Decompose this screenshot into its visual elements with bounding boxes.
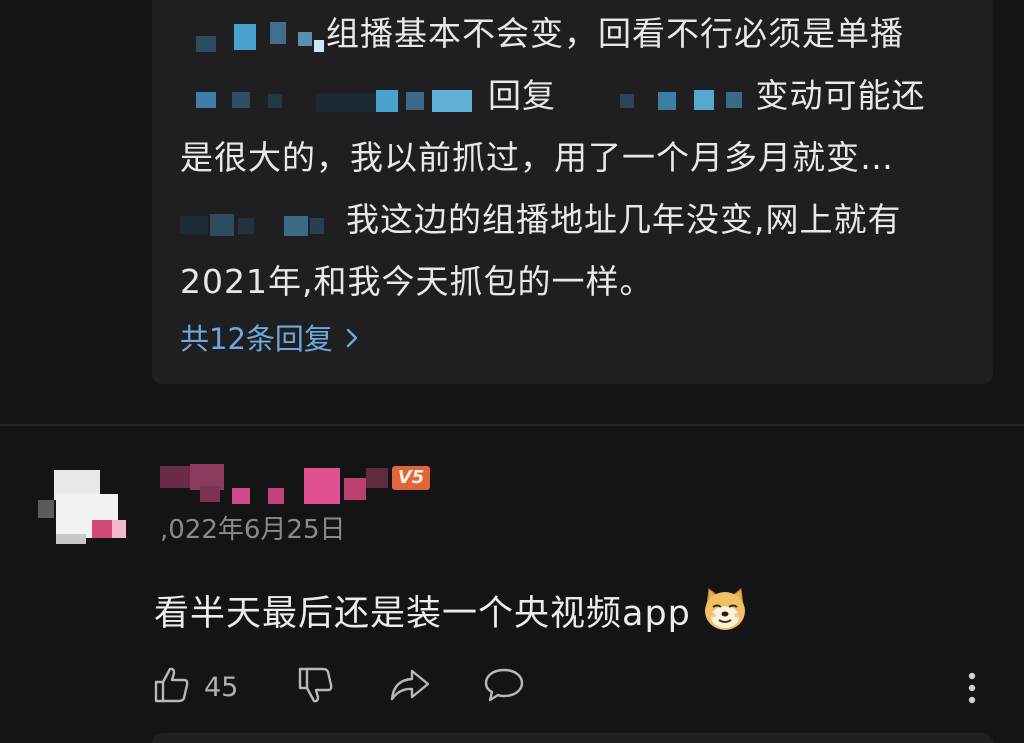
comment-body: 看半天最后还是装一个央视频app (154, 594, 691, 634)
reply-line-4-text: 我这边的组播地址几年没变,网上就有 (346, 200, 902, 239)
level-badge: V5 (392, 466, 430, 490)
like-button[interactable]: 45 (152, 664, 238, 710)
comment-thread-page: 组播基本不会变，回看不行必须是单播 回复 变动可能还 是很大的，我以前抓过，用了… (0, 0, 1024, 743)
thumbs-down-icon (296, 665, 336, 709)
more-replies-label: 共12条回复 (180, 322, 333, 356)
more-vertical-icon[interactable] (958, 668, 986, 708)
more-replies-link[interactable]: 共12条回复 (180, 320, 359, 359)
comment-date: ,022年6月25日 (160, 515, 346, 545)
reply-line-1-text: 组播基本不会变，回看不行必须是单播 (326, 14, 904, 53)
dislike-button[interactable] (296, 664, 336, 710)
reply-line-2-text: 变动可能还 (755, 76, 926, 115)
next-reply-card[interactable] (152, 733, 993, 743)
share-arrow-icon (388, 665, 432, 709)
comment-bubble-icon (482, 665, 526, 709)
reply-button[interactable] (482, 664, 526, 710)
reply-line-2: 回复 变动可能还 (196, 76, 926, 118)
like-count: 45 (204, 671, 239, 703)
thumbs-up-icon (152, 665, 192, 709)
section-divider (0, 424, 1024, 426)
blurred-username-3[interactable] (180, 202, 346, 242)
blurred-username[interactable] (196, 16, 326, 56)
blurred-username[interactable] (196, 78, 482, 118)
doge-emoji-icon (701, 585, 749, 644)
reply-line-1: 组播基本不会变，回看不行必须是单播 (196, 14, 904, 56)
avatar[interactable] (34, 464, 130, 546)
share-button[interactable] (388, 664, 432, 710)
reply-line-5: 2021年,和我今天抓包的一样。 (180, 262, 654, 301)
reply-line-4: 我这边的组播地址几年没变,网上就有 (180, 200, 902, 242)
blurred-username-comment[interactable] (160, 462, 390, 508)
chevron-right-icon (345, 321, 359, 359)
comment-text: 看半天最后还是装一个央视频app (154, 585, 749, 644)
reply-word: 回复 (488, 76, 556, 115)
blurred-username-2[interactable] (619, 78, 756, 118)
reply-line-3: 是很大的，我以前抓过，用了一个月多月就变… (180, 138, 894, 177)
